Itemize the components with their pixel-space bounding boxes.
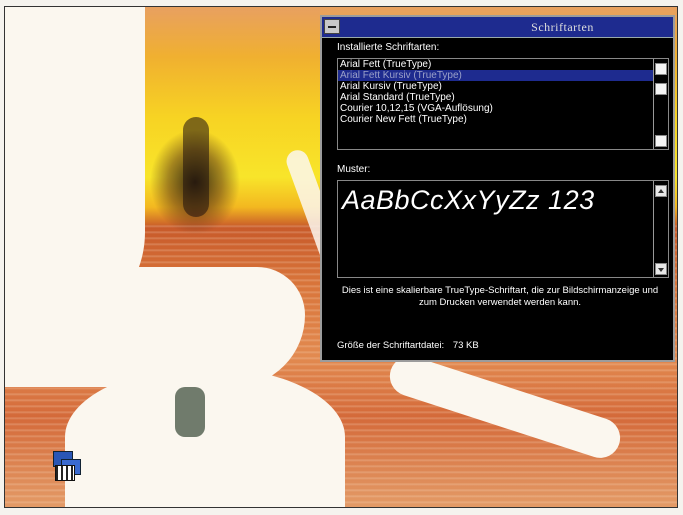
font-description: Dies ist eine skalierbare TrueType-Schri…	[341, 285, 659, 308]
window-title: Schriftarten	[531, 20, 594, 34]
scroll-down-button[interactable]	[655, 135, 667, 147]
sample-label: Muster:	[337, 164, 371, 175]
wallpaper-shape	[65, 367, 345, 507]
fonts-dialog: Schriftarten Installierte Schriftarten: …	[320, 15, 675, 362]
wallpaper-shape	[5, 267, 305, 387]
installed-fonts-list[interactable]: Arial Fett (TrueType) Arial Fett Kursiv …	[337, 58, 669, 150]
file-size-value: 73 KB	[452, 340, 479, 351]
font-list-item[interactable]: Arial Standard (TrueType)	[338, 92, 668, 103]
font-sample-text: AaBbCcXxYyZz 123	[342, 185, 595, 215]
file-size-label: Größe der Schriftartdatei:	[337, 340, 445, 351]
font-list-item[interactable]: Courier 10,12,15 (VGA-Auflösung)	[338, 103, 668, 114]
wallpaper-shape	[384, 350, 626, 464]
sample-scrollbar[interactable]	[653, 181, 668, 277]
font-list-item-selected[interactable]: Arial Fett Kursiv (TrueType)	[338, 70, 668, 81]
system-menu-button[interactable]	[324, 19, 340, 34]
scroll-thumb[interactable]	[655, 83, 667, 95]
installed-fonts-label: Installierte Schriftarten:	[337, 42, 440, 53]
wallpaper-shape	[183, 117, 209, 217]
scroll-up-button[interactable]	[655, 185, 667, 197]
font-list-item[interactable]: Arial Kursiv (TrueType)	[338, 81, 668, 92]
font-sample-box: AaBbCcXxYyZz 123	[337, 180, 669, 278]
font-list-item[interactable]: Courier New Fett (TrueType)	[338, 114, 668, 125]
scroll-up-button[interactable]	[655, 63, 667, 75]
font-list-scrollbar[interactable]	[653, 59, 668, 149]
title-bar[interactable]: Schriftarten	[322, 17, 673, 38]
wallpaper-shape	[175, 387, 205, 437]
grid-glyph	[55, 465, 75, 481]
program-group-icon[interactable]	[53, 451, 81, 481]
font-list-item[interactable]: Arial Fett (TrueType)	[338, 59, 668, 70]
file-size-row: Größe der Schriftartdatei: 73 KB	[337, 340, 485, 351]
scroll-down-button[interactable]	[655, 263, 667, 275]
